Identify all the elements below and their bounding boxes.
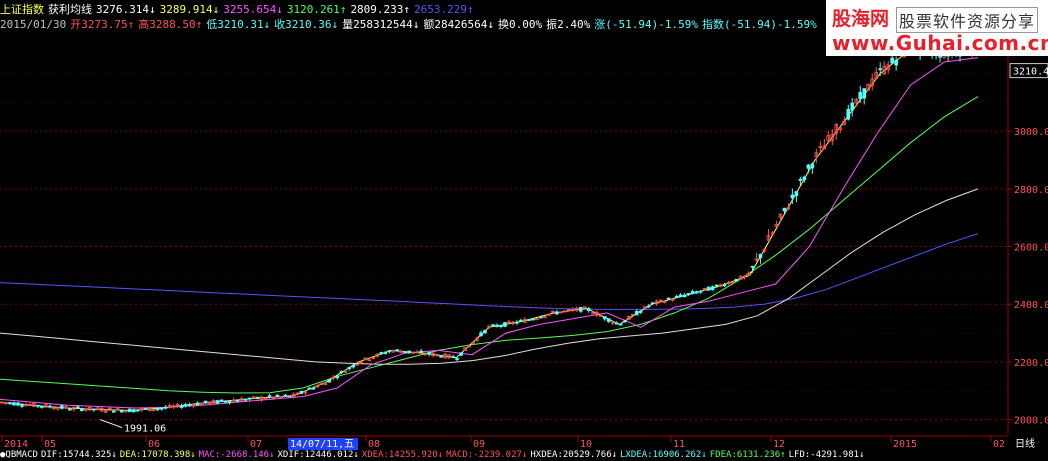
macd-field-7: HXDEA:20529.766↓: [530, 450, 618, 460]
ma-value-6: 2809.233↑: [350, 3, 411, 16]
ma120-line: [0, 188, 979, 365]
low-annotation: 1991.06: [99, 419, 166, 435]
low-price-label: 1991.06: [124, 424, 166, 435]
ohlc-field-0: 2015/01/30: [0, 18, 67, 31]
macd-field-10: LFD:-4291.981↓: [788, 450, 865, 460]
price-tick-label: 2200.0: [1014, 358, 1048, 369]
time-label: 2014: [4, 439, 28, 450]
macd-field-4: XDIF:12446.012↓: [277, 450, 359, 460]
period-label[interactable]: 日线: [1015, 437, 1035, 450]
ohlc-field-6: 额28426564↓: [423, 18, 495, 31]
price-axis: 3000.0 2800.0 2600.0 2400.0 2200.0 2000.0 3210…: [1007, 30, 1048, 434]
ma10-line: [0, 46, 979, 411]
macd-field-5: XDEA:14255.920↓: [361, 450, 444, 460]
time-label: 07: [250, 439, 262, 450]
time-axis: 2014 05 06 07 14/07/11,五 08 09 10 11 12 2015 02 日线: [0, 435, 1035, 450]
macd-field-2: DEA:17078.398↓: [119, 450, 196, 460]
time-label: 12: [773, 439, 785, 450]
current-price-tag: 3210.4: [1013, 67, 1048, 78]
ohlc-field-8: 振2.40%: [546, 18, 591, 31]
ohlc-field-4: 收3210.36↓: [274, 18, 339, 31]
macd-indicator-bar[interactable]: ●QBMACD DIF:15744.325↓ DEA:17078.398↓ MAC:-…: [0, 450, 867, 461]
ohlc-field-10: 指数(-51.94)-1.59%: [701, 18, 817, 31]
time-label: 08: [368, 439, 380, 450]
time-label: 14/07/11,五: [290, 439, 354, 450]
ma-values-row: 上证指数 获利均线 3276.314↓ 3289.914↓ 3255.654↓ 3120.…: [0, 3, 478, 17]
ma-value-7: 2653.229↑: [414, 3, 474, 16]
time-label: 2015: [893, 439, 917, 450]
macd-field-8: LXDEA:16906.262↓: [620, 450, 707, 460]
candlesticks: [0, 39, 978, 414]
ohlc-field-9: 涨(-51.94)-1.59%: [594, 18, 698, 31]
time-label: 02: [993, 439, 1005, 450]
logo-slogan: 股票软件资源分享: [896, 7, 1039, 33]
macd-field-9: FDEA:6131.236↑: [709, 450, 786, 460]
ohlc-field-5: 量258312544↓: [342, 18, 420, 31]
ma-value-5: 3120.261↑: [286, 3, 347, 16]
ma-value-1: 获利均线: [48, 3, 92, 16]
ma-value-2: 3276.314↓: [96, 3, 156, 16]
price-tick-label: 2400.0: [1014, 300, 1048, 311]
ma-value-3: 3289.914↓: [159, 3, 220, 16]
macd-field-0: ●QBMACD: [0, 450, 38, 460]
ohlc-field-7: 换0.00%: [498, 18, 543, 31]
price-grid: [0, 72, 1008, 421]
ma250-line: [0, 233, 979, 310]
logo-brand: 股海网: [832, 8, 890, 30]
kline-chart[interactable]: 3000.0 2800.0 2600.0 2400.0 2200.0 2000.0 3210…: [0, 0, 1048, 461]
ohlc-field-1: 开3273.75↑: [70, 18, 135, 31]
ohlc-field-3: 低3210.31↓: [206, 18, 271, 31]
ma20-line: [0, 57, 979, 409]
guhai-logo: 股海网 股票软件资源分享 www.Guhai.com.cn: [826, 0, 1048, 56]
time-label: 05: [44, 439, 56, 450]
macd-field-6: MACD:-2239.027↓: [446, 450, 528, 460]
moving-average-lines: [0, 46, 979, 411]
time-label: 11: [673, 439, 685, 450]
time-label: 09: [473, 439, 485, 450]
ohlc-info-row: 2015/01/30 开3273.75↑ 高3288.50↑ 低3210.31↓ 收32…: [0, 18, 821, 32]
time-label: 10: [580, 439, 592, 450]
logo-url: www.Guhai.com.cn: [832, 31, 1048, 55]
price-tick-label: 2000.0: [1014, 416, 1048, 427]
ohlc-field-2: 高3288.50↑: [138, 18, 203, 31]
time-label: 06: [148, 439, 160, 450]
price-tick-label: 3000.0: [1014, 127, 1048, 138]
price-tick-label: 2800.0: [1014, 185, 1048, 196]
price-tick-label: 2600.0: [1014, 243, 1048, 254]
ma-value-4: 3255.654↓: [223, 3, 283, 16]
macd-field-3: MAC:-2668.146↓: [198, 450, 275, 460]
macd-field-1: DIF:15744.325↓: [40, 450, 117, 460]
ma-value-0: 上证指数: [0, 3, 44, 16]
